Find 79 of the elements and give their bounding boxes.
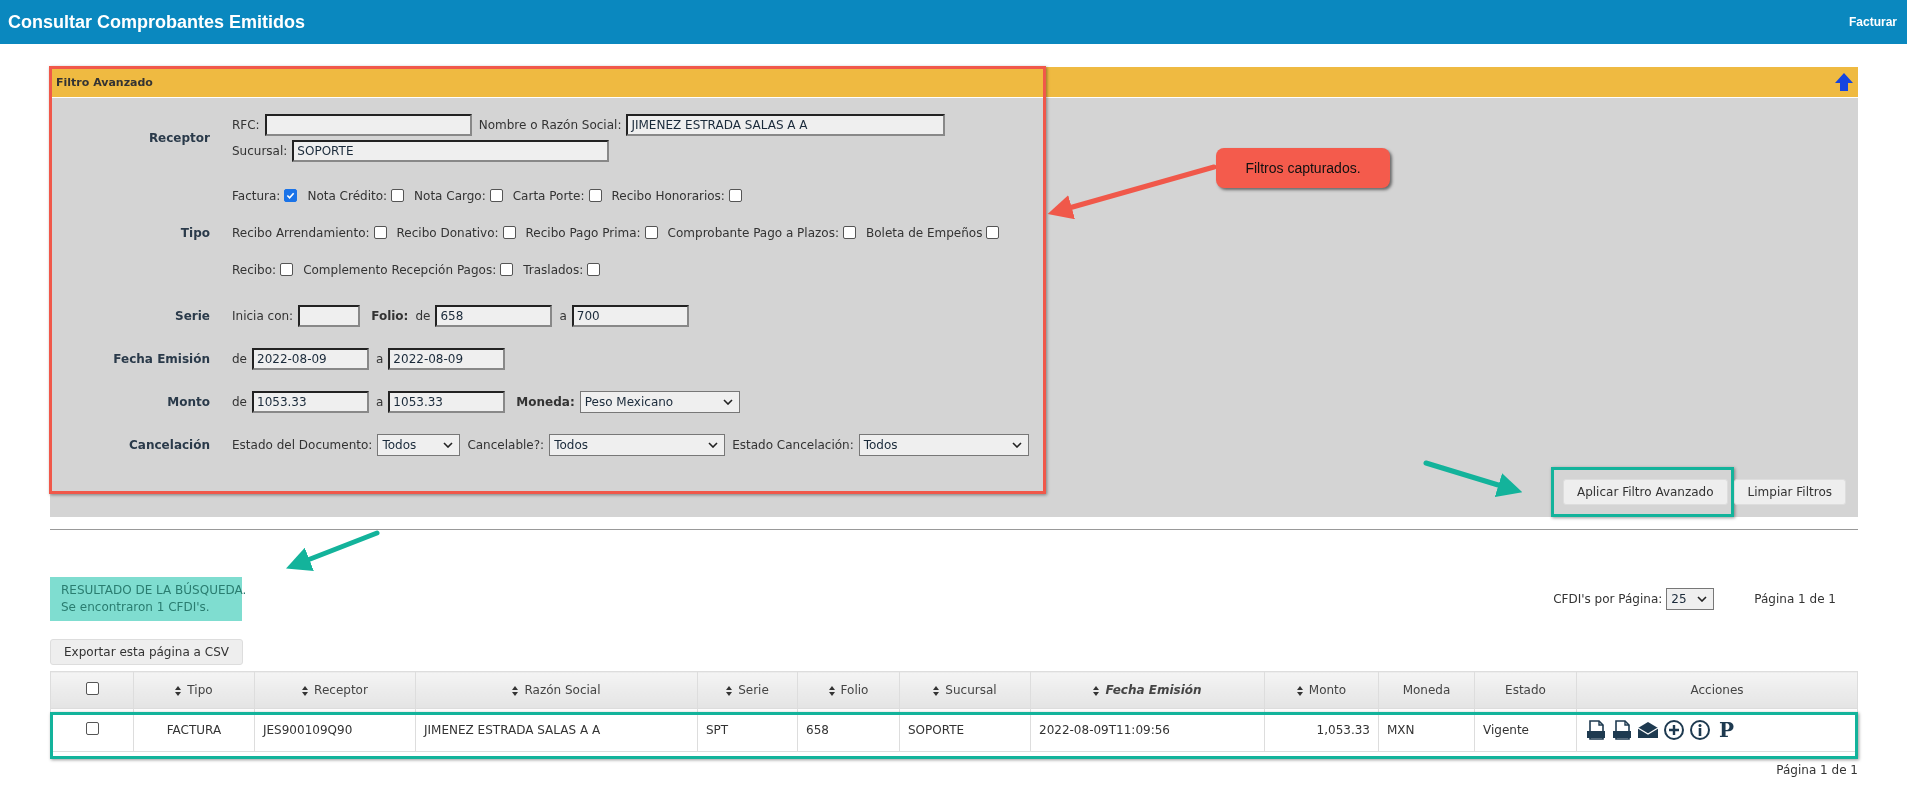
column-header[interactable]: Serie	[697, 671, 798, 709]
input-field[interactable]: 658	[435, 305, 553, 327]
annotation-callout: Filtros capturados.	[1216, 148, 1390, 188]
row-label: Monto	[166, 395, 210, 409]
checkbox-label: Complemento Recepción Pagos:	[303, 262, 497, 277]
input-field[interactable]: 1053.33	[388, 391, 506, 413]
column-header: Estado	[1474, 671, 1577, 709]
field-label: Nombre o Razón Social:	[478, 118, 622, 132]
checkbox-label: Recibo Donativo:	[396, 225, 499, 240]
apply-filter-button[interactable]: Aplicar Filtro Avanzado	[1562, 479, 1728, 505]
field-label: Inicia con:	[232, 309, 294, 323]
column-header: Moneda	[1378, 671, 1475, 709]
input-field[interactable]: SOPORTE	[292, 140, 610, 162]
column-header[interactable]: Fecha Emisión	[1030, 671, 1265, 709]
input-field[interactable]: 2022-08-09	[388, 348, 506, 370]
row-label: Serie	[174, 309, 210, 323]
row-label: Tipo	[179, 225, 210, 240]
checkbox-label: Comprobante Pago a Plazos:	[667, 225, 839, 240]
checkbox-label: Recibo Arrendamiento:	[232, 225, 370, 240]
checkbox-label: Nota Crédito:	[307, 188, 388, 203]
field-label: a	[376, 395, 384, 409]
table-cell: SOPORTE	[899, 708, 1031, 752]
field-label: Sucursal:	[232, 144, 288, 158]
per-page-label: CFDI's por Página:	[1553, 592, 1663, 606]
checkbox-label: Traslados:	[523, 262, 584, 277]
clear-filters-button[interactable]: Limpiar Filtros	[1733, 479, 1846, 505]
checkbox-label: Nota Cargo:	[414, 188, 486, 203]
export-csv-button[interactable]: Exportar esta página a CSV	[50, 639, 243, 665]
input-field[interactable]: 1053.33	[252, 391, 369, 413]
filter-title: Filtro Avanzado	[56, 75, 153, 89]
checkbox-label: Factura:	[232, 188, 281, 203]
field-label: RFC:	[232, 118, 260, 132]
facturar-link[interactable]: Facturar	[1848, 15, 1897, 29]
field-label: Moneda:	[516, 395, 575, 409]
table-cell: JIMENEZ ESTRADA SALAS A A	[415, 708, 698, 752]
p-action-link[interactable]: P	[1719, 718, 1735, 742]
page-title: Consultar Comprobantes Emitidos	[8, 11, 306, 33]
per-page-dropdown[interactable]: 25	[1666, 588, 1715, 610]
field-label: Estado Cancelación:	[732, 438, 854, 452]
page-indicator: Página 1 de 1	[1754, 592, 1836, 606]
column-header[interactable]: Sucursal	[899, 671, 1031, 709]
table-cell: 1,053.33	[1264, 708, 1379, 752]
field-label: de	[232, 352, 247, 366]
column-header[interactable]: Monto	[1264, 671, 1379, 709]
checkbox-label: Recibo Honorarios:	[611, 188, 725, 203]
field-label: de	[415, 309, 431, 323]
dropdown[interactable]: Todos	[549, 434, 726, 456]
table-cell: JES900109Q90	[254, 708, 416, 752]
field-label: a	[559, 309, 567, 323]
input-field[interactable]: 2022-08-09	[252, 348, 369, 370]
column-header[interactable]: Tipo	[133, 671, 255, 709]
column-header[interactable]: Folio	[797, 671, 900, 709]
row-label: Cancelación	[128, 438, 210, 452]
input-field[interactable]: 700	[571, 305, 689, 327]
column-header[interactable]: Receptor	[254, 671, 416, 709]
page-indicator: Página 1 de 1	[1776, 763, 1858, 777]
input-field[interactable]: JIMENEZ ESTRADA SALAS A A	[626, 114, 946, 136]
row-label: Fecha Emisión	[112, 352, 210, 366]
field-label: Folio:	[371, 309, 409, 323]
field-label: de	[232, 395, 247, 409]
row-label: Receptor	[147, 131, 210, 145]
table-cell: MXN	[1378, 708, 1475, 752]
dropdown[interactable]: Todos	[858, 434, 1029, 456]
checkbox-label: Recibo:	[232, 262, 277, 277]
checkbox-label: Carta Porte:	[512, 188, 585, 203]
checkbox-label: Boleta de Empeños	[866, 225, 983, 240]
table-cell: 658	[797, 708, 900, 752]
field-label: a	[376, 352, 384, 366]
field-label: Cancelable?:	[467, 438, 545, 452]
table-cell: Vigente	[1474, 708, 1577, 752]
column-header: Acciones	[1576, 671, 1858, 709]
dropdown[interactable]: Todos	[377, 434, 461, 456]
field-label: Estado del Documento:	[232, 438, 373, 452]
dropdown[interactable]: Peso Mexicano	[579, 391, 740, 413]
table-cell: 2022-08-09T11:09:56	[1030, 708, 1265, 752]
checkbox-label: Recibo Pago Prima:	[525, 225, 641, 240]
table-cell: FACTURA	[133, 708, 255, 752]
table-cell: SPT	[697, 708, 798, 752]
column-header[interactable]: Razón Social	[415, 671, 698, 709]
